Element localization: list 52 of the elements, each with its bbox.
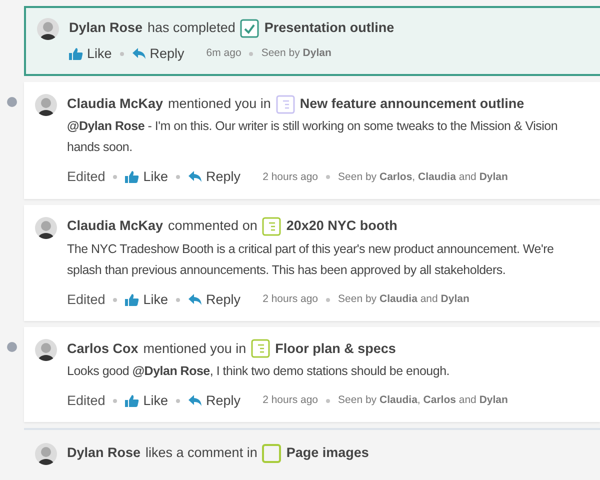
edited-label: Edited — [67, 290, 106, 308]
document-link[interactable]: Floor plan & specs — [275, 338, 396, 359]
avatar — [35, 338, 57, 361]
timestamp: 6m ago — [206, 46, 242, 62]
reply-button[interactable]: Reply — [188, 390, 241, 411]
timestamp: 2 hours ago — [262, 170, 318, 184]
seen-by-text: Seen by Dylan — [261, 46, 332, 62]
comment-text: @Dylan Rose - I'm on this. Our writer is still working on some tweaks to the Mission & Vision — [67, 118, 558, 136]
like-button[interactable]: Like — [125, 390, 168, 411]
document-link[interactable]: 20x20 NYC booth — [286, 216, 398, 237]
comment-text: The NYC Tradeshow Booth is a critical part of this year's new product announcement. We're — [67, 240, 554, 258]
like-button[interactable]: Like — [125, 167, 168, 188]
comment-text: Looks good @Dylan Rose, I think two demo stations should be enough. — [67, 362, 450, 380]
document-link[interactable]: Presentation outline — [264, 18, 394, 38]
activity-text: mentioned you in — [143, 340, 246, 358]
user-name[interactable]: Dylan Rose — [67, 442, 141, 464]
activity-text: likes a comment in — [146, 444, 258, 462]
user-name[interactable]: Claudia McKay — [67, 94, 164, 114]
reply-icon — [188, 292, 202, 307]
document-link[interactable]: Page images — [286, 442, 369, 464]
like-button[interactable]: Like — [69, 44, 112, 64]
thumbs-up-icon — [125, 170, 140, 184]
activity-text: mentioned you in — [168, 95, 271, 114]
edited-label: Edited — [67, 392, 106, 410]
avatar — [35, 216, 57, 238]
user-name[interactable]: Carlos Cox — [67, 338, 138, 359]
user-name[interactable]: Dylan Rose — [69, 18, 143, 38]
reply-icon — [188, 394, 202, 408]
seen-by-text: Seen by Claudia and Dylan — [338, 292, 470, 307]
user-name[interactable]: Claudia McKay — [67, 216, 164, 237]
seen-by-text: Seen by Claudia, Carlos and Dylan — [338, 393, 508, 408]
document-link[interactable]: New feature announcement outline — [300, 94, 524, 114]
reply-button[interactable]: Reply — [188, 290, 241, 310]
reply-icon — [132, 47, 146, 62]
avatar — [37, 18, 59, 40]
activity-text: commented on — [168, 217, 258, 236]
avatar — [35, 94, 57, 116]
reply-button[interactable]: Reply — [188, 167, 241, 188]
like-button[interactable]: Like — [125, 290, 168, 310]
timestamp: 2 hours ago — [262, 393, 318, 408]
avatar — [35, 443, 57, 465]
reply-icon — [188, 170, 202, 184]
thumbs-up-icon — [125, 292, 140, 307]
edited-label: Edited — [67, 168, 106, 186]
thumbs-up-icon — [125, 394, 140, 408]
reply-button[interactable]: Reply — [132, 44, 184, 64]
activity-text: has completed — [148, 18, 236, 37]
comment-text: hands soon. — [67, 139, 134, 156]
comment-text: splash than previous announcements. This has been approved by all stakeholders. — [67, 262, 507, 279]
seen-by-text: Seen by Carlos, Claudia and Dylan — [338, 170, 508, 184]
timestamp: 2 hours ago — [262, 292, 318, 307]
thumbs-up-icon — [69, 47, 83, 62]
